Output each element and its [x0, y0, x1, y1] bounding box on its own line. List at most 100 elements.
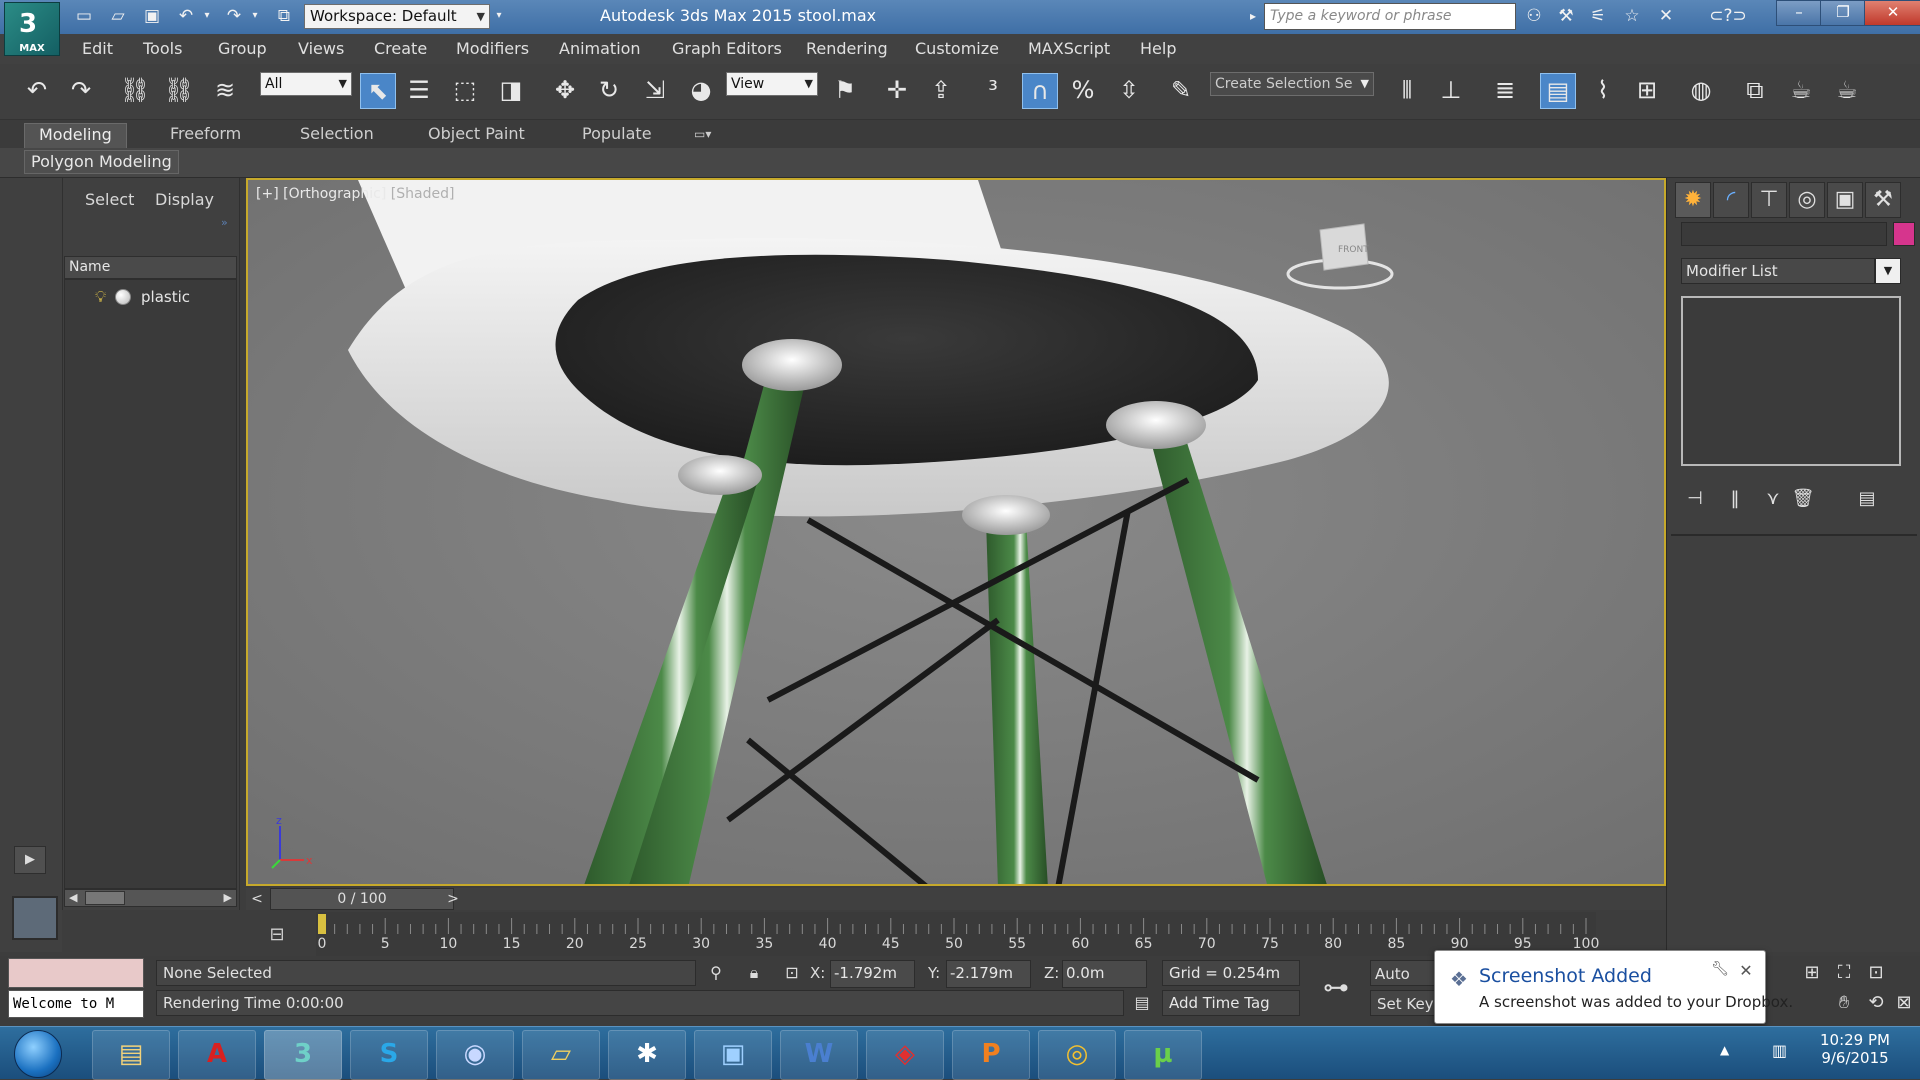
selection-filter-dropdown[interactable]: All ▼	[260, 72, 352, 96]
next-frame-icon[interactable]: >	[442, 888, 464, 910]
maximize-viewport-icon[interactable]: ⊡	[1862, 960, 1890, 986]
help-icon[interactable]: ⊂?⊃	[1706, 5, 1750, 27]
scale-icon[interactable]: ⇲	[638, 73, 672, 107]
angle-snap-icon[interactable]: ∩	[1022, 73, 1058, 109]
display-panel-icon[interactable]: ▣	[1827, 182, 1863, 218]
field-of-view-icon[interactable]: ⊠	[1890, 990, 1918, 1016]
exchange-x-icon[interactable]: ✕	[1654, 5, 1678, 27]
modifier-list-dropdown[interactable]: Modifier List	[1681, 258, 1875, 284]
explorer-horizontal-scrollbar[interactable]: ◀ ▶	[64, 889, 237, 907]
track-bar[interactable]: 0 5 10 15 20 25 30 35 40 45 50 55 60 65 70 75 80 85 90 95 10…	[316, 912, 1599, 956]
orbit-icon[interactable]: ⟲	[1862, 990, 1890, 1016]
tab-object-paint[interactable]: Object Paint	[414, 123, 539, 147]
tray-arrow-icon[interactable]: ▲	[1720, 1043, 1740, 1063]
list-item[interactable]: 💡︎ plastic	[95, 287, 235, 307]
workspace-dropdown[interactable]: Workspace: Default ▼	[304, 4, 490, 29]
menu-help[interactable]: Help	[1140, 39, 1176, 58]
menu-modifiers[interactable]: Modifiers	[456, 39, 529, 58]
hierarchy-panel-icon[interactable]: ⊤	[1751, 182, 1787, 218]
curve-editor-icon[interactable]: ⌇	[1586, 73, 1620, 107]
add-time-tag-button[interactable]: Add Time Tag	[1162, 990, 1300, 1016]
current-frame-marker[interactable]	[318, 914, 326, 934]
scroll-left-icon[interactable]: ◀	[69, 890, 77, 906]
reference-coordinate-dropdown[interactable]: View ▼	[726, 72, 818, 96]
menu-group[interactable]: Group	[218, 39, 267, 58]
selection-lock-icon[interactable]: 🔒︎	[742, 960, 766, 986]
rotate-icon[interactable]: ↻	[592, 73, 626, 107]
select-object-icon[interactable]: ⬉	[360, 73, 396, 109]
set-keys-key-icon[interactable]: ⊶	[1308, 964, 1364, 1012]
x-coordinate-field[interactable]: -1.792m	[830, 960, 915, 988]
powerpoint-icon[interactable]: P	[952, 1030, 1030, 1080]
menu-graph-editors[interactable]: Graph Editors	[672, 39, 782, 58]
skype-icon[interactable]: S	[350, 1030, 428, 1080]
maxscript-listener-mini[interactable]	[8, 958, 144, 988]
word-icon[interactable]: W	[780, 1030, 858, 1080]
previous-frame-icon[interactable]: <	[246, 888, 268, 910]
move-icon[interactable]: ✥	[548, 73, 582, 107]
configure-modifier-sets-icon[interactable]: ▤	[1853, 486, 1881, 512]
modifier-stack[interactable]	[1681, 296, 1901, 466]
photo-viewer-icon[interactable]: ▣	[694, 1030, 772, 1080]
search-input[interactable]: Type a keyword or phrase	[1264, 3, 1516, 30]
save-icon[interactable]: ▣	[140, 5, 164, 27]
undo-dropdown-icon[interactable]: ▾	[200, 5, 214, 27]
viewport-shading-label[interactable]: [Shaded]	[391, 186, 455, 202]
redo-dropdown-icon[interactable]: ▾	[248, 5, 262, 27]
redo-icon[interactable]: ↷	[64, 73, 98, 107]
sketchup-icon[interactable]: ◈	[866, 1030, 944, 1080]
favorites-star-icon[interactable]: ☆	[1620, 5, 1644, 27]
communication-icon[interactable]: ⚟	[1586, 5, 1610, 27]
explorer-expand-icon[interactable]: »	[221, 216, 228, 229]
add-time-tag-icon[interactable]: ▤	[1130, 990, 1154, 1016]
select-by-name-icon[interactable]: ☰	[402, 73, 436, 107]
explorer-folder-icon[interactable]: ▤	[92, 1030, 170, 1080]
open-file-icon[interactable]: ▱	[106, 5, 130, 27]
render-production-icon[interactable]: ☕	[1830, 73, 1864, 107]
network-icon[interactable]: ▥	[1772, 1041, 1796, 1065]
object-name-field[interactable]	[1681, 222, 1887, 246]
viewport-menu-plus[interactable]: [+]	[256, 186, 279, 202]
menu-create[interactable]: Create	[374, 39, 427, 58]
redo-icon[interactable]: ↷	[222, 5, 246, 27]
search-expand-icon[interactable]: ▸	[1246, 5, 1260, 27]
tab-populate[interactable]: Populate	[568, 123, 666, 147]
tab-modeling[interactable]: Modeling	[24, 123, 127, 148]
explorer-tab-select[interactable]: Select	[85, 190, 134, 209]
explorer-tab-display[interactable]: Display	[155, 190, 214, 209]
rectangular-selection-icon[interactable]: ⬚	[448, 73, 482, 107]
absolute-mode-icon[interactable]: ⊡	[780, 960, 804, 986]
tab-selection[interactable]: Selection	[286, 123, 388, 147]
named-selection-dropdown[interactable]: Create Selection Se ▼	[1210, 72, 1374, 96]
viewport[interactable]: FRONT z x [+] [Orthographic] [Shaded]	[246, 178, 1666, 886]
utilities-panel-icon[interactable]: ⚒	[1865, 182, 1901, 218]
mini-curve-editor-icon[interactable]: ⊟	[260, 920, 294, 950]
keyboard-shortcut-override-icon[interactable]: ⇪	[924, 73, 958, 107]
spinner-snap-icon[interactable]: ⇳	[1112, 73, 1146, 107]
layer-manager-icon[interactable]: ≣	[1488, 73, 1522, 107]
3dsmax-icon[interactable]: 3	[264, 1030, 342, 1080]
dropbox-notification[interactable]: ❖ Screenshot Added A screenshot was adde…	[1434, 950, 1793, 1024]
app-menu-button[interactable]: 3 MAX	[4, 2, 60, 56]
new-file-icon[interactable]: ▭	[72, 5, 96, 27]
utorrent-icon[interactable]: µ	[1124, 1030, 1202, 1080]
autocad-icon[interactable]: A	[178, 1030, 256, 1080]
cinema4d-icon[interactable]: ◉	[436, 1030, 514, 1080]
wrench-icon[interactable]: 🔧︎	[1709, 961, 1731, 981]
taskbar-clock[interactable]: 10:29 PM 9/6/2015	[1802, 1031, 1908, 1077]
zoom-extents-icon[interactable]: ⛶	[1830, 960, 1858, 986]
set-key-button[interactable]: Set Key	[1370, 990, 1440, 1016]
menu-edit[interactable]: Edit	[82, 39, 113, 58]
scroll-right-icon[interactable]: ▶	[224, 890, 232, 906]
bind-to-space-warp-icon[interactable]: ≋	[208, 73, 242, 107]
z-coordinate-field[interactable]: 0.0m	[1062, 960, 1147, 988]
lightbulb-icon[interactable]: 💡︎	[95, 287, 106, 307]
viewport-layout-thumbnail[interactable]	[12, 896, 58, 940]
start-button[interactable]	[14, 1030, 62, 1078]
time-slider[interactable]: < 0 / 100 >	[246, 888, 1666, 910]
create-panel-icon[interactable]: ✹	[1675, 182, 1711, 218]
expand-explorer-button[interactable]: ▶	[14, 846, 46, 874]
select-manipulate-icon[interactable]: ✛	[880, 73, 914, 107]
zoom-extents-all-icon[interactable]: ⊞	[1798, 960, 1826, 986]
window-crossing-icon[interactable]: ◨	[494, 73, 528, 107]
